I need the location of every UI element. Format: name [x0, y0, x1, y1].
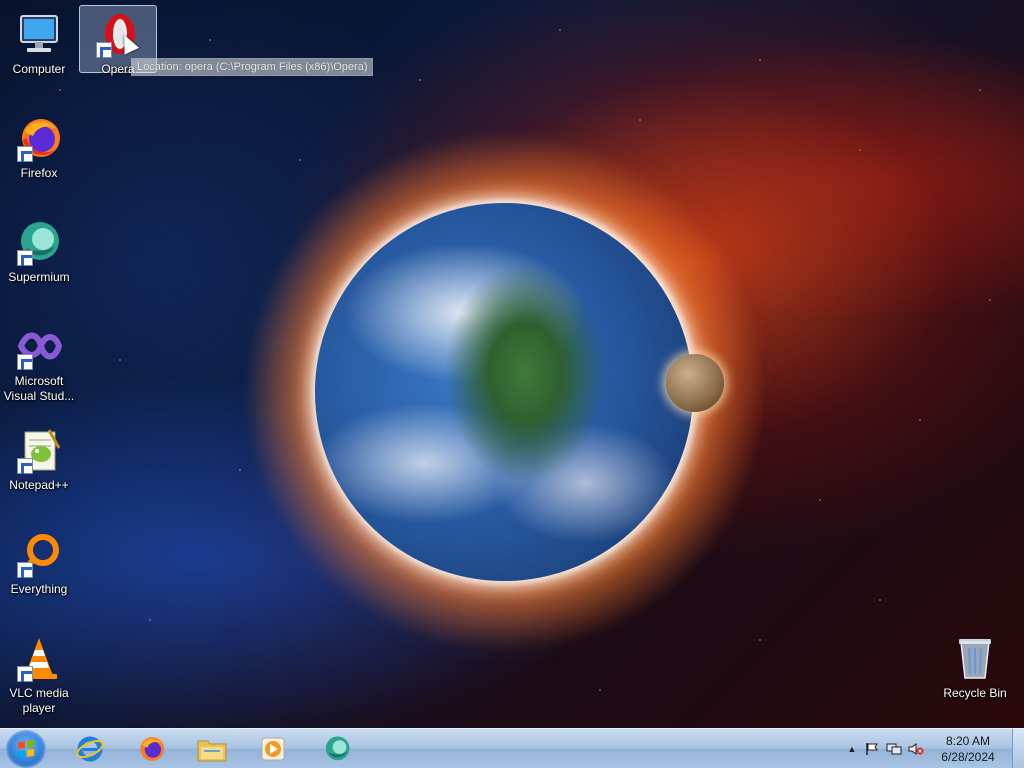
taskbar: ▲ 8:20 AM 6/28/2024: [0, 728, 1024, 768]
supermium-icon: [15, 218, 63, 266]
desktop-icon-computer[interactable]: Computer: [0, 5, 78, 78]
shortcut-arrow-icon: [96, 42, 112, 58]
desktop-icon-label: Firefox: [20, 166, 58, 180]
clock-date: 6/28/2024: [941, 750, 995, 764]
desktop-icon-recycle-bin[interactable]: Recycle Bin: [936, 629, 1014, 702]
show-hidden-icons-chevron-icon[interactable]: ▲: [844, 742, 860, 756]
system-tray: ▲ 8:20 AM 6/28/2024: [838, 729, 1024, 768]
desktop-icon-label: Notepad++: [9, 478, 69, 492]
taskbar-file-explorer[interactable]: [189, 732, 235, 766]
desktop-icon-label: Everything: [10, 582, 68, 596]
desktop-icon-everything[interactable]: Everything: [0, 525, 78, 598]
desktop-icon-label: Microsoft Visual Stud...: [3, 374, 75, 403]
clock-time: 8:20 AM: [945, 734, 991, 748]
desktop-icon-label: Recycle Bin: [943, 686, 1007, 700]
volume-muted-icon[interactable]: [908, 742, 924, 756]
opera-icon: [94, 10, 142, 58]
shortcut-arrow-icon: [17, 562, 33, 578]
taskbar-firefox[interactable]: [128, 732, 174, 766]
network-icon[interactable]: [886, 742, 902, 756]
shortcut-arrow-icon: [17, 354, 33, 370]
firefox-icon: [140, 737, 165, 761]
firefox-icon: [15, 114, 63, 162]
shortcut-arrow-icon: [17, 666, 33, 682]
desktop-icon-firefox[interactable]: Firefox: [0, 109, 78, 182]
action-center-flag-icon[interactable]: [864, 742, 880, 756]
taskbar-media-player[interactable]: [250, 732, 296, 766]
supermium-icon: [325, 736, 350, 761]
show-desktop-button[interactable]: [1012, 729, 1024, 768]
media-player-icon: [261, 737, 285, 761]
internet-explorer-icon: [76, 736, 104, 762]
wallpaper-earth: [315, 203, 693, 581]
shortcut-arrow-icon: [17, 250, 33, 266]
desktop-icon-label: Opera: [101, 62, 135, 76]
vlc-cone-icon: [15, 634, 63, 682]
taskbar-internet-explorer[interactable]: [67, 732, 113, 766]
desktop-icon-label: Supermium: [8, 270, 70, 284]
shortcut-arrow-icon: [17, 146, 33, 162]
recycle-bin-icon: [951, 634, 999, 682]
everything-search-icon: [15, 530, 63, 578]
desktop-icon-vlc[interactable]: VLC media player: [0, 629, 78, 717]
wallpaper-moon: [666, 354, 724, 412]
start-button[interactable]: [6, 730, 46, 768]
location-tooltip: Location: opera (C:\Program Files (x86)\…: [131, 58, 374, 76]
desktop-icon-label: Computer: [12, 62, 66, 76]
visual-studio-icon: [15, 322, 63, 370]
taskbar-clock[interactable]: 8:20 AM 6/28/2024: [930, 733, 1006, 765]
windows-logo-icon: [18, 739, 34, 759]
desktop-icon-notepadpp[interactable]: Notepad++: [0, 421, 78, 494]
shortcut-arrow-icon: [17, 458, 33, 474]
computer-icon: [15, 10, 63, 58]
desktop-icon-visual-studio[interactable]: Microsoft Visual Stud...: [0, 317, 78, 405]
desktop-icon-supermium[interactable]: Supermium: [0, 213, 78, 286]
notepadpp-icon: [15, 426, 63, 474]
taskbar-supermium[interactable]: [314, 732, 360, 766]
desktop-icon-label: VLC media player: [9, 686, 69, 715]
file-explorer-icon: [197, 740, 227, 762]
